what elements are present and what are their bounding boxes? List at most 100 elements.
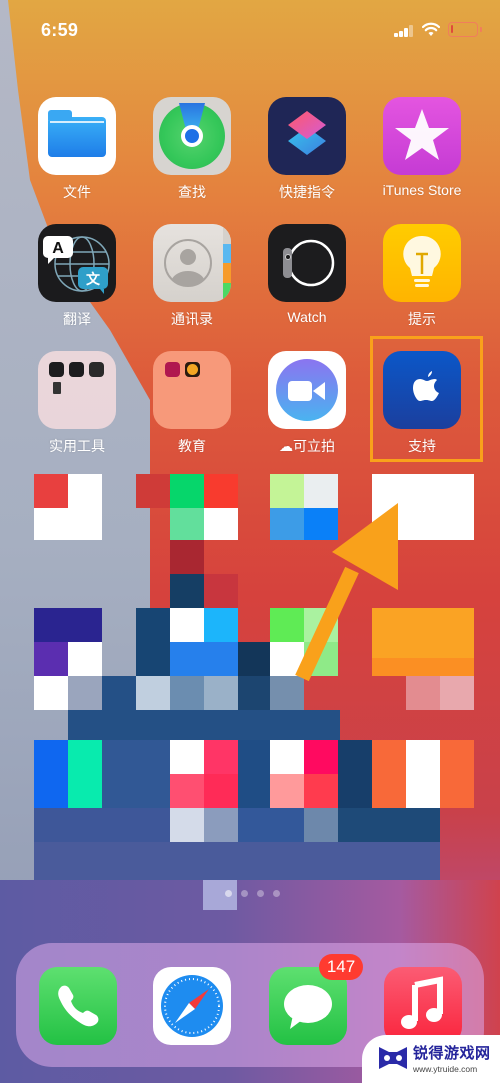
mosaic-tile (304, 808, 338, 842)
mosaic-tile (170, 474, 204, 508)
mosaic-tile (170, 540, 204, 574)
app-label: Watch (287, 309, 327, 325)
mosaic-tile (34, 676, 68, 710)
mosaic-tile (34, 508, 102, 540)
watermark-title: 锐得游戏网 (413, 1045, 491, 1062)
mosaic-tile (304, 774, 338, 808)
mosaic-tile (406, 740, 440, 808)
mosaic-tile (170, 608, 204, 642)
mosaic-tile (170, 642, 238, 676)
mosaic-tile (34, 608, 102, 642)
translate-chinese-glyph: 文 (86, 271, 101, 288)
mosaic-tile (204, 608, 238, 642)
find-my-icon (153, 97, 231, 175)
mosaic-tile (204, 774, 238, 808)
mosaic-tile (440, 740, 474, 808)
mosaic-tile (34, 642, 68, 676)
app-label: 查找 (178, 184, 206, 200)
mosaic-tile (68, 676, 102, 710)
apple-support-icon (383, 351, 461, 429)
mosaic-tile (68, 642, 102, 676)
translate-latin-glyph: A (52, 240, 64, 257)
mosaic-tile (68, 474, 102, 508)
app-translate[interactable]: A 文 翻译 (27, 224, 127, 329)
app-apple-support[interactable]: 支持 (372, 351, 472, 456)
mosaic-tile (170, 676, 204, 710)
app-label: 实用工具 (49, 438, 105, 454)
watermark-logo-icon (379, 1047, 407, 1069)
tips-icon (383, 224, 461, 302)
folder-utilities[interactable]: 实用工具 (27, 351, 127, 456)
app-label: iTunes Store (382, 182, 462, 198)
clips-icon (268, 351, 346, 429)
watermark-url: www.ytruide.com (413, 1064, 478, 1074)
mosaic-tile (34, 808, 170, 842)
mosaic-tile (204, 740, 238, 774)
messages-icon[interactable]: 147 (269, 954, 363, 1045)
app-label: 提示 (408, 311, 436, 327)
app-label: 文件 (63, 184, 91, 200)
mosaic-tile (136, 676, 170, 710)
cellular-signal-icon (394, 25, 414, 37)
phone-icon[interactable] (39, 967, 117, 1045)
app-tips[interactable]: 提示 (372, 224, 472, 329)
mosaic-tile (170, 774, 204, 808)
mosaic-tile (238, 676, 272, 710)
app-files[interactable]: 文件 (27, 97, 127, 202)
app-label: 翻译 (63, 311, 91, 327)
mosaic-tile (204, 676, 238, 710)
mosaic-tile (170, 740, 204, 774)
mosaic-tile (34, 842, 440, 880)
watch-icon (268, 224, 346, 302)
mosaic-tile (204, 474, 238, 508)
mosaic-tile (136, 608, 170, 676)
mosaic-tile (170, 808, 204, 842)
app-watch[interactable]: Watch (257, 224, 357, 325)
mosaic-tile (68, 710, 340, 740)
mosaic-tile (204, 508, 238, 540)
status-time: 6:59 (41, 20, 79, 40)
app-label: 通讯录 (171, 311, 213, 327)
mosaic-tile (204, 574, 238, 608)
mosaic-tile (34, 740, 68, 808)
mosaic-tile (102, 740, 170, 808)
app-shortcuts[interactable]: 快捷指令 (257, 97, 357, 202)
mosaic-tile (372, 740, 406, 808)
music-icon[interactable] (384, 967, 462, 1045)
annotation-arrow (295, 503, 398, 682)
app-label: 教育 (178, 438, 206, 454)
battery-low-icon (448, 22, 482, 37)
watermark: 锐得游戏网 www.ytruide.com (362, 1035, 500, 1083)
mosaic-tile (238, 642, 272, 676)
contacts-icon (153, 224, 231, 302)
utilities-folder-icon (38, 351, 116, 429)
app-label: 快捷指令 (279, 184, 335, 200)
notification-badge: 147 (319, 954, 363, 980)
mosaic-tile (204, 808, 238, 842)
safari-icon[interactable] (153, 967, 231, 1045)
mosaic-tile (270, 740, 304, 774)
wifi-icon (422, 22, 440, 36)
mosaic-tile (170, 574, 204, 608)
status-bar: 6:59 (0, 0, 500, 60)
app-label: ☁可立拍 (279, 438, 335, 454)
mosaic-tile (304, 740, 338, 774)
itunes-store-icon (383, 97, 461, 175)
page-indicator[interactable] (203, 880, 303, 910)
app-clips[interactable]: ☁可立拍 (257, 351, 357, 456)
shortcuts-icon (268, 97, 346, 175)
apple-logo-icon (413, 371, 439, 401)
mosaic-tile (238, 740, 272, 808)
education-folder-icon (153, 351, 231, 429)
files-icon (38, 97, 116, 175)
mosaic-tile (34, 474, 68, 508)
mosaic-tile (338, 740, 372, 808)
app-find-my[interactable]: 查找 (142, 97, 242, 202)
mosaic-tile (238, 808, 306, 842)
app-contacts[interactable]: 通讯录 (142, 224, 242, 329)
app-itunes-store[interactable]: iTunes Store (372, 97, 472, 198)
translate-icon: A 文 (38, 224, 116, 302)
folder-education[interactable]: 教育 (142, 351, 242, 456)
mosaic-tile (68, 740, 102, 808)
mosaic-tile (270, 774, 304, 808)
